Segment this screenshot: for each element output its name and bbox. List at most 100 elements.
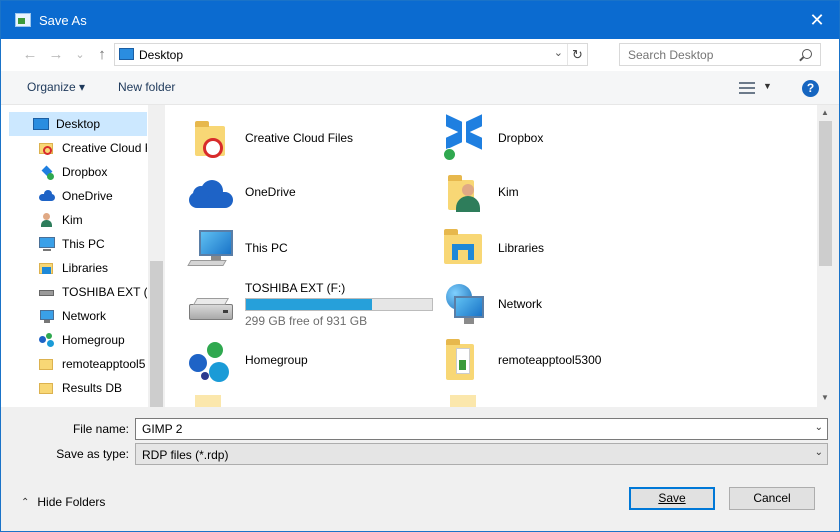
cancel-button[interactable]: Cancel bbox=[729, 487, 815, 510]
list-item-onedrive[interactable]: OneDrive bbox=[187, 167, 296, 217]
sidebar-item-results-db[interactable]: Results DB bbox=[9, 376, 147, 400]
sidebar-item-label: TOSHIBA EXT (F: bbox=[62, 285, 147, 299]
address-bar[interactable]: Desktop ⌄ ↻ bbox=[114, 43, 588, 66]
homegroup-icon bbox=[187, 336, 237, 384]
computer-icon bbox=[187, 224, 237, 272]
save-type-label: Save as type: bbox=[56, 447, 129, 461]
chevron-up-icon: ⌃ bbox=[21, 496, 30, 508]
folder-icon bbox=[39, 381, 55, 395]
file-list: Creative Cloud Files Dropbox OneDrive Ki… bbox=[165, 105, 817, 407]
file-list-scrollbar[interactable]: ▲ ▼ bbox=[817, 105, 834, 407]
hide-folders-label: Hide Folders bbox=[37, 495, 106, 509]
list-item-dropbox[interactable]: Dropbox bbox=[440, 113, 543, 163]
file-name-label: File name: bbox=[72, 422, 129, 436]
view-dropdown-chevron-icon[interactable]: ▼ bbox=[763, 81, 772, 91]
list-item-libraries[interactable]: Libraries bbox=[440, 223, 544, 273]
title-bar: Save As ✕ bbox=[1, 1, 839, 39]
help-button[interactable]: ? bbox=[802, 80, 819, 97]
sidebar-item-label: Results DB bbox=[62, 381, 123, 395]
refresh-button[interactable]: ↻ bbox=[567, 44, 587, 65]
partial-folder-icon bbox=[195, 395, 221, 407]
address-path: Desktop bbox=[139, 48, 184, 62]
sidebar-item-libraries[interactable]: Libraries bbox=[9, 256, 147, 280]
file-fields: File name: ⌄ Save as type: RDP files (*.… bbox=[1, 407, 839, 465]
sidebar-item-network[interactable]: Network bbox=[9, 304, 147, 328]
sidebar-item-label: OneDrive bbox=[62, 189, 113, 203]
window-title: Save As bbox=[39, 12, 87, 28]
list-item-this-pc[interactable]: This PC bbox=[187, 223, 288, 273]
sidebar-item-remoteapptool[interactable]: remoteapptool5 bbox=[9, 352, 147, 376]
list-item-remoteapptool5300[interactable]: remoteapptool5300 bbox=[440, 335, 601, 385]
up-button[interactable]: ↑ bbox=[91, 45, 113, 65]
sidebar-item-kim[interactable]: Kim bbox=[9, 208, 147, 232]
item-label: Network bbox=[498, 297, 543, 311]
navigation-pane: Desktop Creative Cloud F Dropbox OneDriv… bbox=[1, 105, 165, 407]
close-button[interactable]: ✕ bbox=[795, 1, 839, 39]
save-as-dialog: Save As ✕ ← → ⌄ ↑ Desktop ⌄ ↻ Organize ▾… bbox=[0, 0, 840, 532]
save-type-chevron-down-icon[interactable]: ⌄ bbox=[815, 447, 823, 458]
sidebar-item-label: Desktop bbox=[56, 117, 101, 131]
item-label: Kim bbox=[498, 185, 519, 199]
command-bar: Organize ▾ New folder ▼ ? bbox=[1, 71, 839, 105]
homegroup-icon bbox=[39, 333, 55, 347]
new-folder-button[interactable]: New folder bbox=[118, 80, 175, 94]
back-button[interactable]: ← bbox=[19, 45, 41, 65]
sidebar-item-creative-cloud[interactable]: Creative Cloud F bbox=[9, 136, 147, 160]
recent-locations-button[interactable]: ⌄ bbox=[69, 45, 91, 65]
drive-usage-bar bbox=[245, 297, 433, 311]
sidebar-item-toshiba-ext[interactable]: TOSHIBA EXT (F: bbox=[9, 280, 147, 304]
file-list-scrollbar-thumb[interactable] bbox=[819, 121, 832, 266]
forward-button[interactable]: → bbox=[45, 45, 67, 65]
creative-cloud-folder-icon bbox=[39, 141, 55, 155]
save-button[interactable]: Save bbox=[629, 487, 715, 510]
list-item-toshiba-ext[interactable]: TOSHIBA EXT (F:) 299 GB free of 931 GB bbox=[187, 279, 433, 329]
computer-icon bbox=[39, 237, 55, 251]
file-name-chevron-down-icon[interactable]: ⌄ bbox=[815, 422, 823, 433]
sidebar-item-onedrive[interactable]: OneDrive bbox=[9, 184, 147, 208]
address-row: ← → ⌄ ↑ Desktop ⌄ ↻ bbox=[1, 39, 839, 71]
list-item-network[interactable]: Network bbox=[440, 279, 542, 329]
sidebar-item-label: remoteapptool5 bbox=[62, 357, 146, 371]
search-box[interactable] bbox=[619, 43, 821, 66]
sidebar-item-desktop[interactable]: Desktop bbox=[9, 112, 147, 136]
app-icon bbox=[15, 13, 31, 27]
navigation-scrollbar-thumb[interactable] bbox=[150, 261, 163, 407]
save-type-select[interactable]: RDP files (*.rdp) ⌄ bbox=[135, 443, 828, 465]
libraries-icon bbox=[440, 224, 490, 272]
folder-icon bbox=[39, 357, 55, 371]
organize-button[interactable]: Organize ▾ bbox=[27, 80, 85, 94]
desktop-icon bbox=[119, 48, 134, 60]
list-item-homegroup[interactable]: Homegroup bbox=[187, 335, 308, 385]
list-item-creative-cloud-files[interactable]: Creative Cloud Files bbox=[187, 113, 353, 163]
sidebar-item-label: Creative Cloud F bbox=[62, 141, 147, 155]
network-icon bbox=[440, 280, 490, 328]
sidebar-item-label: This PC bbox=[62, 237, 105, 251]
folder-icon bbox=[440, 336, 490, 384]
item-label: remoteapptool5300 bbox=[498, 353, 602, 367]
view-options-icon[interactable] bbox=[739, 81, 755, 95]
address-dropdown-chevron-icon[interactable]: ⌄ bbox=[554, 46, 563, 59]
search-input[interactable] bbox=[620, 44, 790, 65]
partial-folder-icon bbox=[450, 395, 476, 407]
item-label: Homegroup bbox=[245, 353, 308, 367]
sidebar-item-label: Kim bbox=[62, 213, 83, 227]
scroll-down-icon[interactable]: ▼ bbox=[821, 393, 829, 402]
hide-folders-button[interactable]: ⌃ Hide Folders bbox=[21, 495, 105, 509]
drive-icon bbox=[39, 285, 55, 299]
search-icon[interactable] bbox=[802, 49, 812, 59]
drive-icon bbox=[187, 280, 237, 328]
list-item-kim[interactable]: Kim bbox=[440, 167, 519, 217]
network-icon bbox=[39, 309, 55, 323]
desktop-icon bbox=[33, 117, 49, 131]
onedrive-icon bbox=[39, 189, 55, 203]
scroll-up-icon[interactable]: ▲ bbox=[821, 108, 829, 117]
sidebar-item-homegroup[interactable]: Homegroup bbox=[9, 328, 147, 352]
file-name-input[interactable] bbox=[136, 419, 796, 439]
file-name-combobox[interactable]: ⌄ bbox=[135, 418, 828, 440]
user-icon bbox=[39, 213, 55, 227]
item-label: Dropbox bbox=[498, 131, 544, 145]
sidebar-item-this-pc[interactable]: This PC bbox=[9, 232, 147, 256]
navigation-scrollbar[interactable] bbox=[148, 105, 165, 407]
save-button-label: Save bbox=[658, 491, 686, 505]
sidebar-item-dropbox[interactable]: Dropbox bbox=[9, 160, 147, 184]
